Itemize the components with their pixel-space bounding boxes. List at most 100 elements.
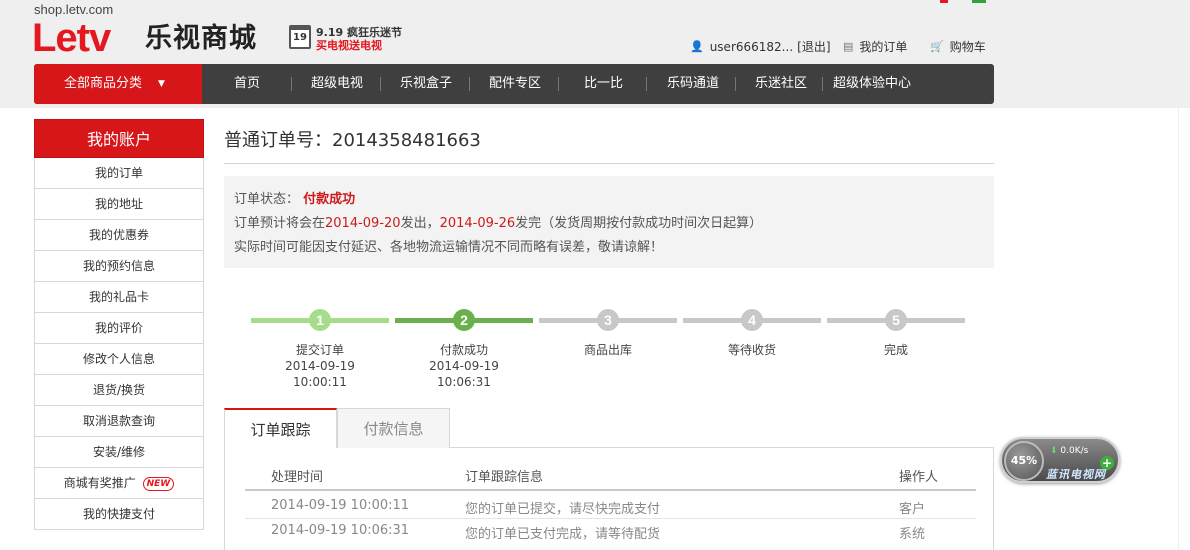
status-value: 付款成功 — [303, 192, 356, 207]
account-sidebar: 我的账户 我的订单 我的地址 我的优惠券 我的预约信息 我的礼品卡 我的评价 修… — [34, 119, 204, 530]
ship-mid: 发出， — [400, 216, 440, 231]
sidebar-item-refund-query[interactable]: 取消退款查询 — [34, 406, 204, 437]
nav-item-home[interactable]: 首页 — [234, 64, 260, 104]
cart-link[interactable]: 购物车 — [950, 38, 986, 55]
speed-percent: 45% — [1004, 441, 1044, 481]
sidebar-item-install-repair[interactable]: 安装/维修 — [34, 437, 204, 468]
order-status-line: 订单状态： 付款成功 — [234, 188, 994, 212]
row-1-operator: 客户 — [899, 502, 926, 517]
triangle-down-icon: ▼ — [158, 79, 165, 89]
nav-item-compare[interactable]: 比一比 — [584, 64, 623, 104]
my-orders-link-wrap[interactable]: ▤ 我的订单 — [843, 38, 907, 55]
tab-order-tracking[interactable]: 订单跟踪 — [224, 408, 337, 448]
shipping-estimate: 订单预计将会在2014-09-20发出，2014-09-26发完（发货周期按付款… — [234, 212, 994, 236]
site-domain: shop.letv.com — [34, 2, 114, 17]
title-divider — [224, 163, 994, 164]
my-orders-link[interactable]: 我的订单 — [859, 38, 907, 55]
order-number-title: 普通订单号：2014358481663 — [224, 130, 481, 151]
ship-end-date: 2014-09-26 — [439, 216, 516, 231]
step-2-time: 10:06:31 — [437, 375, 491, 389]
nav-item-super-tv[interactable]: 超级电视 — [311, 64, 363, 104]
nav-item-experience[interactable]: 超级体验中心 — [833, 64, 911, 104]
nav-divider — [646, 77, 647, 91]
all-categories-button[interactable]: 全部商品分类 ▼ — [34, 64, 202, 104]
speed-rate-value: 0.0K/s — [1060, 446, 1089, 456]
right-edge-line — [1178, 108, 1179, 550]
step-2-number: 2 — [453, 309, 475, 331]
sidebar-item-reviews[interactable]: 我的评价 — [34, 313, 204, 344]
step-1-time: 10:00:11 — [293, 375, 347, 389]
step-1-label: 提交订单 — [295, 343, 344, 357]
row-1-info: 您的订单已提交，请尽快完成支付 — [465, 502, 661, 517]
order-list-icon: ▤ — [843, 40, 854, 53]
all-categories-label: 全部商品分类 — [64, 76, 143, 91]
nav-divider — [735, 77, 736, 91]
status-label: 订单状态： — [234, 192, 300, 207]
sidebar-item-referral[interactable]: 商城有奖推广 NEW — [34, 468, 204, 499]
nav-divider — [380, 77, 381, 91]
order-progress: 1 2 3 4 5 提交订单 2014-09-19 10:00:11 付款成功 … — [224, 300, 994, 400]
nav-item-code-channel[interactable]: 乐码通道 — [667, 64, 719, 104]
top-red-mark — [940, 0, 948, 3]
promo-subtitle[interactable]: 买电视送电视 — [316, 37, 382, 53]
order-detail-tabs: 订单跟踪 付款信息 — [224, 408, 994, 448]
delay-notice: 实际时间可能因支付延迟、各地物流运输情况不同而略有误差，敬请谅解！ — [234, 240, 664, 255]
tab-payment-info[interactable]: 付款信息 — [337, 408, 450, 448]
network-speed-widget[interactable]: 45% ⬇ 0.0K/s + 蓝讯电视网 — [1000, 437, 1120, 483]
letv-logo[interactable]: Letv — [32, 16, 111, 60]
user-icon: 👤 — [690, 40, 704, 53]
store-name-logo[interactable]: 乐视商城 — [145, 20, 257, 58]
sidebar-item-my-orders[interactable]: 我的订单 — [34, 158, 204, 189]
user-area: 👤 user666182... [退出] — [690, 38, 831, 55]
nav-item-community[interactable]: 乐迷社区 — [755, 64, 807, 104]
calendar-icon: 19 — [289, 25, 311, 49]
sidebar-item-my-address[interactable]: 我的地址 — [34, 189, 204, 220]
header-divider — [245, 489, 976, 491]
nav-divider — [291, 77, 292, 91]
nav-divider — [822, 77, 823, 91]
tracking-table: 处理时间 订单跟踪信息 操作人 2014-09-19 10:00:11 您的订单… — [224, 448, 994, 550]
row-2-time: 2014-09-19 10:06:31 — [271, 523, 410, 538]
row-divider — [245, 518, 976, 519]
nav-item-box[interactable]: 乐视盒子 — [400, 64, 452, 104]
step-3-label: 商品出库 — [583, 343, 632, 357]
cart-link-wrap[interactable]: 🛒 购物车 — [930, 38, 986, 55]
logout-link[interactable]: [退出] — [797, 38, 830, 55]
step-2-date: 2014-09-19 — [429, 359, 499, 373]
step-1-number: 1 — [309, 309, 331, 331]
col-header-time: 处理时间 — [271, 470, 324, 485]
download-arrow-icon: ⬇ — [1050, 446, 1058, 456]
ship-suffix: 发完（发货周期按付款成功时间次日起算） — [515, 216, 763, 231]
order-status-box: 订单状态： 付款成功 订单预计将会在2014-09-20发出，2014-09-2… — [224, 176, 994, 268]
step-4-label: 等待收货 — [727, 343, 776, 357]
step-3-number: 3 — [597, 309, 619, 331]
step-2-label: 付款成功 — [439, 343, 488, 357]
sidebar-item-quick-pay[interactable]: 我的快捷支付 — [34, 499, 204, 530]
row-2-info: 您的订单已支付完成，请等待配货 — [465, 527, 661, 542]
step-5-number: 5 — [885, 309, 907, 331]
new-badge: NEW — [142, 477, 175, 491]
step-1-info: 提交订单 2014-09-19 10:00:11 — [260, 342, 380, 390]
step-4-number: 4 — [741, 309, 763, 331]
sidebar-title: 我的账户 — [34, 119, 204, 158]
col-header-info: 订单跟踪信息 — [465, 470, 544, 485]
sidebar-item-referral-label: 商城有奖推广 — [63, 476, 136, 490]
sidebar-item-gift-cards[interactable]: 我的礼品卡 — [34, 282, 204, 313]
nav-divider — [558, 77, 559, 91]
sidebar-item-edit-profile[interactable]: 修改个人信息 — [34, 344, 204, 375]
sidebar-item-returns[interactable]: 退货/换货 — [34, 375, 204, 406]
username[interactable]: user666182... — [710, 40, 793, 54]
ship-start-date: 2014-09-20 — [325, 216, 401, 231]
row-2-operator: 系统 — [899, 527, 926, 542]
row-1-time: 2014-09-19 10:00:11 — [271, 498, 410, 513]
step-1-date: 2014-09-19 — [285, 359, 355, 373]
sidebar-item-coupons[interactable]: 我的优惠券 — [34, 220, 204, 251]
main-nav: 全部商品分类 ▼ 首页 超级电视 乐视盒子 配件专区 比一比 乐码通道 乐迷社区… — [34, 64, 994, 104]
nav-divider — [469, 77, 470, 91]
top-green-mark — [972, 0, 986, 3]
widget-brand: 蓝讯电视网 — [1046, 468, 1106, 481]
col-header-operator: 操作人 — [899, 470, 939, 485]
nav-item-accessories[interactable]: 配件专区 — [489, 64, 541, 104]
sidebar-item-reservations[interactable]: 我的预约信息 — [34, 251, 204, 282]
cart-icon: 🛒 — [930, 40, 944, 53]
